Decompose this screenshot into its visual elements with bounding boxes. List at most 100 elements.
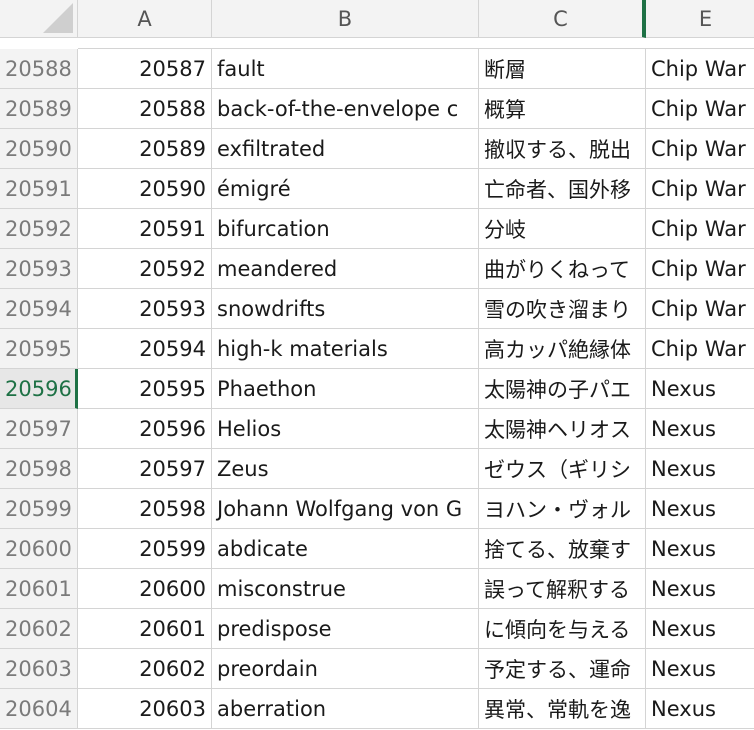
column-header-a[interactable]: A (78, 0, 212, 38)
cell-b[interactable]: bifurcation (212, 209, 479, 249)
cell-b[interactable]: Zeus (212, 449, 479, 489)
cell-b[interactable]: Johann Wolfgang von G (212, 489, 479, 529)
cell-e[interactable]: Nexus (646, 689, 754, 729)
cell-a[interactable]: 20588 (78, 89, 212, 129)
cell-b[interactable]: meandered (212, 249, 479, 289)
cell-b[interactable]: Helios (212, 409, 479, 449)
cell-b[interactable]: high-k materials (212, 329, 479, 369)
cell-c[interactable]: に傾向を与える (479, 609, 646, 649)
cell-c[interactable]: 分岐 (479, 209, 646, 249)
cell-a[interactable]: 20591 (78, 209, 212, 249)
spreadsheet: A B C E 20588 20587 fault 断層 Chip War 20589 20… (0, 0, 754, 730)
cell-a[interactable]: 20602 (78, 649, 212, 689)
column-header-c[interactable]: C (479, 0, 646, 38)
column-header-b[interactable]: B (212, 0, 479, 38)
cell-a[interactable]: 20592 (78, 249, 212, 289)
row-header[interactable]: 20593 (0, 249, 78, 289)
cell-e[interactable]: Nexus (646, 649, 754, 689)
row-header[interactable]: 20590 (0, 129, 78, 169)
row-header[interactable]: 20601 (0, 569, 78, 609)
cell-e[interactable]: Chip War (646, 49, 754, 89)
cell-b[interactable]: abdicate (212, 529, 479, 569)
cell-a[interactable]: 20595 (78, 369, 212, 409)
cell-c[interactable]: 断層 (479, 49, 646, 89)
cell-a[interactable]: 20597 (78, 449, 212, 489)
cell-a[interactable]: 20594 (78, 329, 212, 369)
table-row: 20602 20601 predispose に傾向を与える Nexus (0, 609, 754, 649)
cell-b[interactable]: fault (212, 49, 479, 89)
cell-e[interactable]: Chip War (646, 249, 754, 289)
cell-c[interactable]: 予定する、運命 (479, 649, 646, 689)
cell-a[interactable]: 20603 (78, 689, 212, 729)
table-row: 20604 20603 aberration 異常、常軌を逸 Nexus (0, 689, 754, 729)
row-header[interactable]: 20594 (0, 289, 78, 329)
cell-a[interactable]: 20587 (78, 49, 212, 89)
row-header[interactable]: 20598 (0, 449, 78, 489)
cell-b[interactable]: snowdrifts (212, 289, 479, 329)
cell-e[interactable]: Nexus (646, 529, 754, 569)
cell-e[interactable]: Chip War (646, 89, 754, 129)
row-header[interactable]: 20600 (0, 529, 78, 569)
cell-e[interactable]: Nexus (646, 369, 754, 409)
cell-a[interactable]: 20599 (78, 529, 212, 569)
cell-c[interactable]: 誤って解釈する (479, 569, 646, 609)
row-header[interactable]: 20603 (0, 649, 78, 689)
select-all-corner[interactable] (0, 0, 78, 38)
row-header[interactable]: 20588 (0, 49, 78, 89)
cell-b[interactable]: back-of-the-envelope c (212, 89, 479, 129)
cell-e[interactable]: Nexus (646, 409, 754, 449)
cell-b[interactable]: aberration (212, 689, 479, 729)
cell-e[interactable]: Chip War (646, 289, 754, 329)
cell-e[interactable]: Nexus (646, 609, 754, 649)
cell-e[interactable]: Nexus (646, 489, 754, 529)
cell-e[interactable]: Nexus (646, 449, 754, 489)
cell-c[interactable]: 概算 (479, 89, 646, 129)
table-row: 20594 20593 snowdrifts 雪の吹き溜まり Chip War (0, 289, 754, 329)
cell-a[interactable]: 20600 (78, 569, 212, 609)
cell-a[interactable]: 20593 (78, 289, 212, 329)
table-row: 20603 20602 preordain 予定する、運命 Nexus (0, 649, 754, 689)
row-header[interactable]: 20599 (0, 489, 78, 529)
row-header[interactable]: 20597 (0, 409, 78, 449)
row-header[interactable]: 20591 (0, 169, 78, 209)
cell-a[interactable]: 20589 (78, 129, 212, 169)
select-all-triangle-icon (43, 3, 73, 33)
table-row: 20597 20596 Helios 太陽神ヘリオス Nexus (0, 409, 754, 449)
cell-c[interactable]: 捨てる、放棄す (479, 529, 646, 569)
row-header[interactable]: 20595 (0, 329, 78, 369)
table-row: 20591 20590 émigré 亡命者、国外移 Chip War (0, 169, 754, 209)
cell-c[interactable]: ゼウス（ギリシ (479, 449, 646, 489)
cell-a[interactable]: 20601 (78, 609, 212, 649)
cell-c[interactable]: 撤収する、脱出 (479, 129, 646, 169)
cell-a[interactable]: 20596 (78, 409, 212, 449)
cell-b[interactable]: exfiltrated (212, 129, 479, 169)
cell-b[interactable]: preordain (212, 649, 479, 689)
row-header[interactable]: 20589 (0, 89, 78, 129)
cell-c[interactable]: 太陽神の子パエ (479, 369, 646, 409)
cell-c[interactable]: 亡命者、国外移 (479, 169, 646, 209)
row-header[interactable]: 20604 (0, 689, 78, 729)
column-header-e[interactable]: E (646, 0, 754, 38)
cell-b[interactable]: Phaethon (212, 369, 479, 409)
cell-e[interactable]: Nexus (646, 569, 754, 609)
cell-b[interactable]: predispose (212, 609, 479, 649)
cell-e[interactable]: Chip War (646, 169, 754, 209)
cell-e[interactable]: Chip War (646, 329, 754, 369)
cell-a[interactable]: 20590 (78, 169, 212, 209)
table-row: 20599 20598 Johann Wolfgang von G ヨハン・ヴォル Ne… (0, 489, 754, 529)
cell-b[interactable]: émigré (212, 169, 479, 209)
cell-c[interactable]: ヨハン・ヴォル (479, 489, 646, 529)
cell-e[interactable]: Chip War (646, 129, 754, 169)
cell-e[interactable]: Chip War (646, 209, 754, 249)
cell-c[interactable]: 太陽神ヘリオス (479, 409, 646, 449)
cell-c[interactable]: 曲がりくねって (479, 249, 646, 289)
cell-c[interactable]: 雪の吹き溜まり (479, 289, 646, 329)
cell-b[interactable]: misconstrue (212, 569, 479, 609)
row-header[interactable]: 20596 (0, 369, 78, 409)
cell-c[interactable]: 高カッパ絶縁体 (479, 329, 646, 369)
cell-c[interactable]: 異常、常軌を逸 (479, 689, 646, 729)
row-header[interactable]: 20592 (0, 209, 78, 249)
partial-row-strip (78, 38, 754, 49)
cell-a[interactable]: 20598 (78, 489, 212, 529)
row-header[interactable]: 20602 (0, 609, 78, 649)
